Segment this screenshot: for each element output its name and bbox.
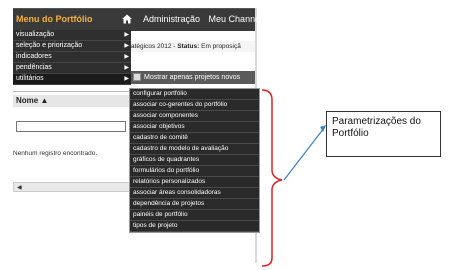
callout-text: Parametrizações do Portfólio — [332, 116, 421, 139]
bracket-annotation — [261, 89, 283, 267]
callout-box: Parametrizações do Portfólio — [326, 111, 441, 157]
callout-arrow — [283, 127, 325, 181]
